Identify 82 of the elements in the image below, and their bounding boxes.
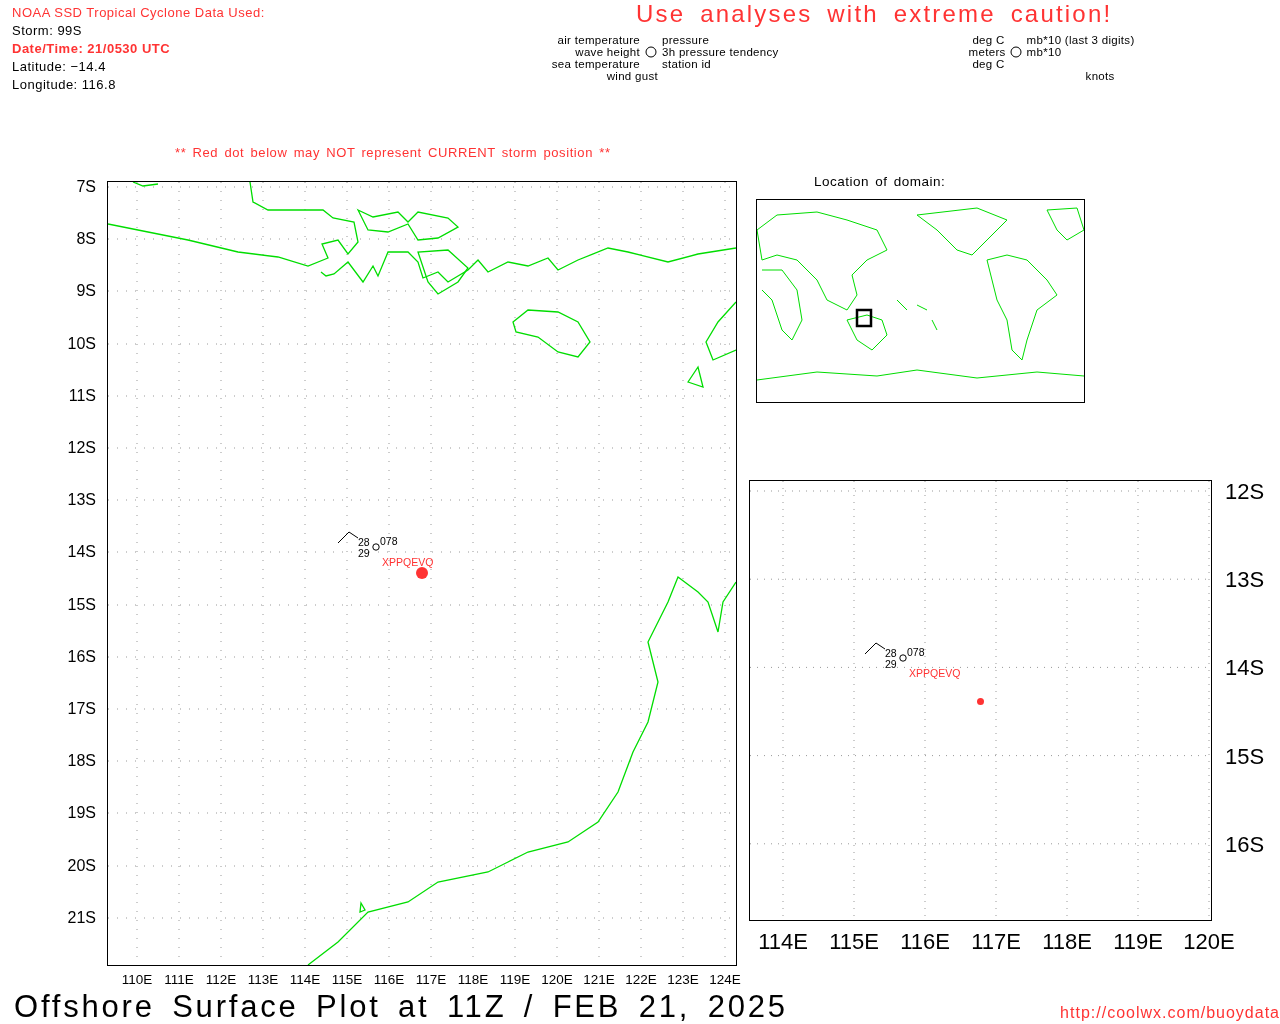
latitude-label: 9S	[76, 282, 96, 300]
domain-title: Location of domain:	[814, 174, 947, 190]
latitude-label: 16S	[1225, 831, 1265, 858]
latitude-label: 7S	[76, 178, 96, 196]
longitude-label: 124E	[708, 972, 742, 987]
latitude-label: 12S	[67, 439, 96, 457]
longitude-label: 120E	[540, 972, 574, 987]
latitude-label: 8S	[76, 230, 96, 248]
longitude-label: 111E	[163, 972, 195, 987]
longitude-label: 114E	[288, 972, 322, 987]
datetime-label: Date/Time: 21/0530 UTC	[12, 40, 172, 58]
wind-barb-icon	[864, 642, 886, 655]
legend-label: air temperature	[556, 34, 640, 46]
latitude-label: 20S	[67, 857, 96, 875]
longitude-label: 112E	[204, 972, 238, 987]
storm-dot-icon	[977, 698, 984, 705]
plot-title: Offshore Surface Plot at 11Z / FEB 21, 2025	[14, 990, 788, 1024]
latitude-label: 21S	[67, 909, 96, 927]
longitude-label: 115E	[828, 929, 880, 955]
longitude-label: 117E	[970, 929, 1022, 955]
unit-label: knots	[1084, 70, 1115, 82]
latitude-label: 17S	[67, 700, 96, 718]
latitude-label: 12S	[1225, 479, 1265, 505]
wind-barb-icon	[337, 531, 359, 544]
station-circle-icon	[645, 46, 657, 58]
latitude-label: 10S	[67, 335, 96, 353]
latitude-label: 13S	[1225, 567, 1265, 594]
latitude-label: 14S	[67, 543, 96, 561]
url-link[interactable]: http://coolwx.com/buoydata	[1060, 1002, 1280, 1024]
latitude-label: Latitude: −14.4	[12, 58, 107, 76]
longitude-label: 118E	[1041, 929, 1093, 955]
storm-label: Storm: 99S	[12, 22, 84, 40]
longitude-label: 115E	[330, 972, 364, 987]
station-id: XPPQEVQ	[382, 557, 434, 568]
air-temperature-value: 28	[885, 648, 897, 659]
warning-text: ** Red dot below may NOT represent CURRENT storm position **	[175, 145, 611, 160]
unit-label: mb*10	[1026, 46, 1062, 58]
legend-label: sea temperature	[550, 58, 640, 70]
sea-temperature-value: 29	[885, 659, 897, 670]
longitude-label: 119E	[1112, 929, 1164, 955]
source-title: NOAA SSD Tropical Cyclone Data Used:	[12, 4, 266, 22]
unit-label: mb*10 (last 3 digits)	[1026, 34, 1135, 46]
longitude-label: 117E	[414, 972, 448, 987]
latitude-label: 16S	[67, 648, 96, 666]
unit-label: deg C	[971, 58, 1005, 70]
legend-label: wind gust	[605, 70, 658, 82]
latitude-label: 19S	[67, 804, 96, 822]
longitude-label: 116E	[899, 929, 951, 955]
latitude-label: 15S	[1225, 743, 1265, 770]
caution-title: Use analyses with extreme caution!	[636, 0, 1114, 28]
station-id: XPPQEVQ	[909, 668, 961, 679]
latitude-label: 11S	[68, 387, 96, 405]
longitude-label: Longitude: 116.8	[12, 76, 117, 94]
air-temperature-value: 28	[358, 537, 370, 548]
longitude-label: 113E	[246, 972, 280, 987]
longitude-label: 121E	[582, 972, 616, 987]
latitude-label: 14S	[1225, 655, 1265, 682]
pressure-value: 078	[907, 647, 925, 658]
domain-box-icon	[855, 308, 873, 328]
legend-label: 3h pressure tendency	[662, 46, 779, 58]
pressure-value: 078	[380, 536, 398, 547]
latitude-label: 18S	[67, 752, 96, 770]
longitude-label: 110E	[120, 972, 154, 987]
longitude-label: 119E	[498, 972, 532, 987]
sea-temperature-value: 29	[358, 548, 370, 559]
longitude-label: 122E	[624, 972, 658, 987]
legend-label: pressure	[662, 34, 710, 46]
longitude-label: 120E	[1182, 929, 1236, 955]
longitude-label: 114E	[757, 929, 809, 955]
longitude-label: 116E	[372, 972, 406, 987]
longitude-label: 118E	[456, 972, 490, 987]
longitude-label: 123E	[666, 972, 700, 987]
station-circle-icon	[1009, 46, 1022, 58]
station-circle-icon	[372, 543, 380, 551]
latitude-label: 13S	[67, 491, 96, 509]
station-circle-icon	[899, 654, 907, 662]
unit-label: meters	[968, 46, 1005, 58]
legend-label: wave height	[574, 46, 640, 58]
storm-dot-icon	[416, 567, 428, 579]
latitude-label: 15S	[67, 596, 96, 614]
legend-label: station id	[662, 58, 712, 70]
unit-label: deg C	[971, 34, 1005, 46]
